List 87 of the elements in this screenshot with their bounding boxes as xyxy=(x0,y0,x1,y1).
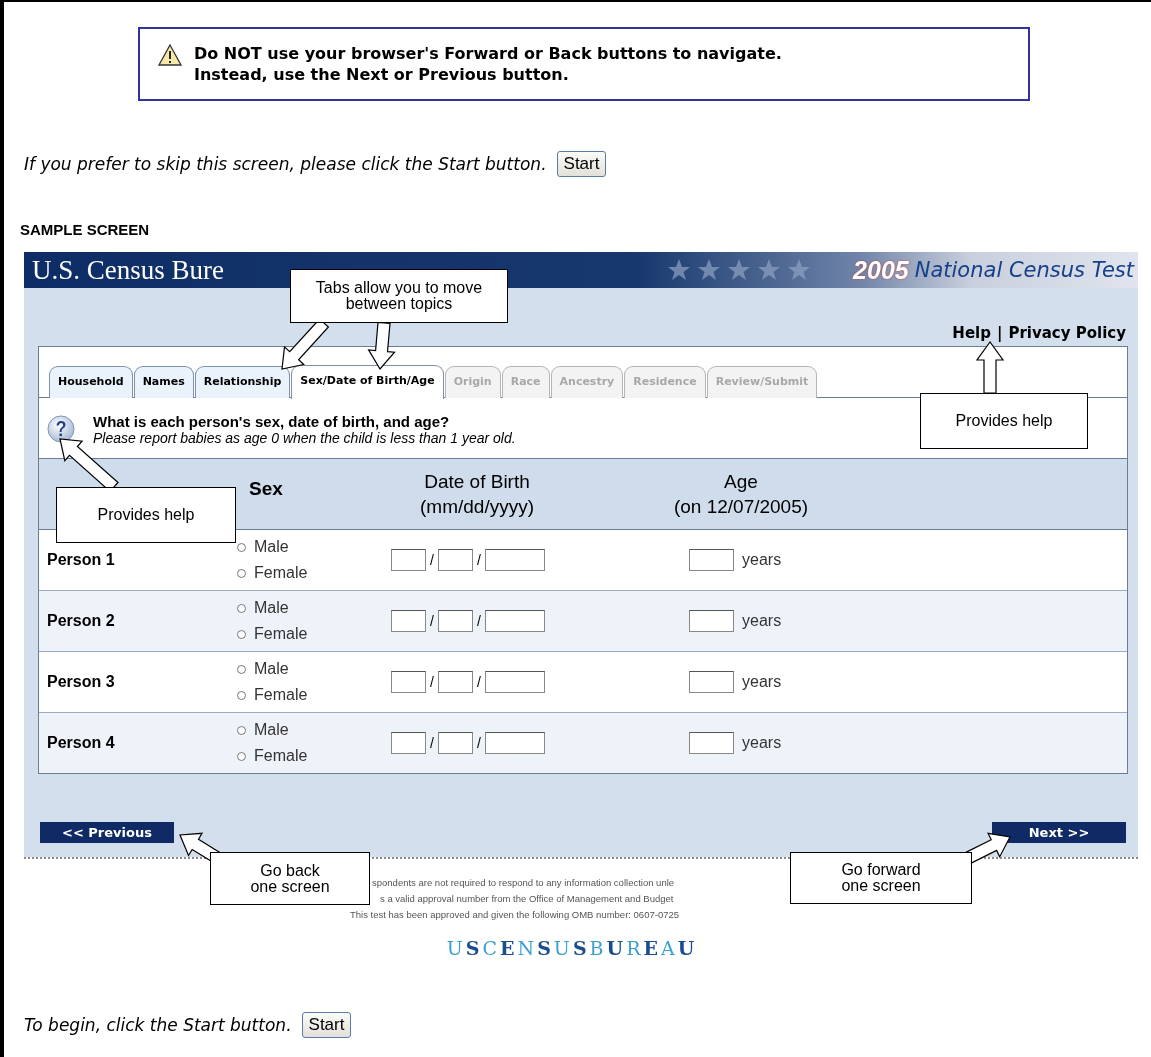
radio-label[interactable]: Male xyxy=(254,717,289,743)
age-unit: years xyxy=(742,551,782,569)
footer-text: s a valid approval number from the Office of Management and Budget xyxy=(380,892,674,906)
radio-label[interactable]: Female xyxy=(254,621,308,647)
month-field[interactable] xyxy=(391,671,426,693)
year-field[interactable] xyxy=(484,610,545,632)
radio-label[interactable]: Female xyxy=(254,743,308,769)
radio-label[interactable]: Male xyxy=(254,656,289,682)
section-heading: SAMPLE SCREEN xyxy=(20,221,151,238)
date-separator: / xyxy=(476,552,481,568)
date-separator: / xyxy=(430,674,434,690)
age-field[interactable] xyxy=(689,549,734,571)
radio-label[interactable]: Female xyxy=(254,682,308,708)
date-separator: / xyxy=(476,613,481,629)
privacy-policy-link[interactable]: Privacy Policy xyxy=(1008,324,1126,342)
callout-text: Go forward xyxy=(841,862,921,878)
year-field[interactable] xyxy=(484,732,545,754)
date-separator: / xyxy=(476,674,481,690)
radio-button[interactable] xyxy=(237,603,246,613)
age-unit: years xyxy=(742,734,782,752)
question-title: What is each person's sex, date of birth, and age? xyxy=(93,412,451,430)
month-field[interactable] xyxy=(391,732,426,754)
radio-button[interactable] xyxy=(237,629,246,639)
site-title: U.S. Census Bure xyxy=(31,254,224,286)
radio-label[interactable]: Male xyxy=(254,534,289,560)
radio-label[interactable]: Female xyxy=(254,560,308,586)
help-link[interactable]: Help xyxy=(952,324,991,342)
callout-text: one screen xyxy=(841,878,921,894)
radio-button[interactable] xyxy=(237,690,246,700)
tab[interactable]: Household xyxy=(49,366,133,398)
radio-button[interactable] xyxy=(237,751,246,761)
radio-label[interactable]: Male xyxy=(254,595,289,621)
start-button[interactable]: Start xyxy=(556,151,607,177)
start-button[interactable]: Start xyxy=(301,1012,352,1038)
footer-text: spondents are not required to respond to any information collection unle xyxy=(372,876,675,890)
date-separator: / xyxy=(430,552,434,568)
day-field[interactable] xyxy=(437,549,473,571)
day-field[interactable] xyxy=(437,732,473,754)
age-unit: years xyxy=(742,673,782,691)
column-header: (mm/dd/yyyy) xyxy=(419,495,535,519)
callout-text: one screen xyxy=(250,878,330,895)
warning-text: Instead, use the Next or Previous button. xyxy=(194,64,570,85)
radio-button[interactable] xyxy=(237,725,246,735)
age-field[interactable] xyxy=(689,610,734,632)
tab[interactable]: Relationship xyxy=(194,366,291,398)
day-field[interactable] xyxy=(437,671,473,693)
year-field[interactable] xyxy=(484,549,545,571)
person-label: Person 3 xyxy=(46,673,116,691)
tab[interactable]: Names xyxy=(133,366,194,398)
age-field[interactable] xyxy=(689,671,734,693)
radio-button[interactable] xyxy=(237,542,246,552)
column-header: (on 12/07/2005) xyxy=(672,495,810,519)
callout-text: Tabs allow you to move xyxy=(315,280,483,296)
header-subtitle: National Census Test xyxy=(913,258,1136,282)
callout-text: Provides help xyxy=(955,413,1053,429)
person-label: Person 4 xyxy=(46,734,116,752)
help-icon[interactable] xyxy=(47,415,75,443)
warning-icon xyxy=(158,44,182,66)
column-header: Date of Birth xyxy=(423,470,531,494)
skip-instruction: If you prefer to skip this screen, please click the Start button. xyxy=(24,154,547,174)
year-label: 2005 xyxy=(853,255,909,285)
warning-text: Do NOT use your browser's Forward or Back buttons to navigate. xyxy=(194,43,782,64)
callout-text: Provides help xyxy=(97,507,195,523)
begin-instruction: To begin, click the Start button. xyxy=(24,1015,292,1035)
month-field[interactable] xyxy=(391,610,426,632)
date-separator: / xyxy=(430,613,434,629)
next-button[interactable]: Next >> xyxy=(992,822,1126,843)
callout-text: Go back xyxy=(260,862,320,879)
question-note: Please report babies as age 0 when the child is less than 1 year old. xyxy=(93,429,516,446)
column-header: Sex xyxy=(249,476,284,501)
radio-button[interactable] xyxy=(237,568,246,578)
previous-button[interactable]: << Previous xyxy=(40,822,174,843)
callout-text: between topics xyxy=(345,296,453,312)
link-separator: | xyxy=(996,324,1003,342)
age-unit: years xyxy=(742,612,782,630)
column-header: Age xyxy=(723,470,759,494)
tab[interactable]: Sex/Date of Birth/Age xyxy=(291,365,444,399)
age-field[interactable] xyxy=(689,732,734,754)
radio-button[interactable] xyxy=(237,664,246,674)
year-field[interactable] xyxy=(484,671,545,693)
day-field[interactable] xyxy=(437,610,473,632)
date-separator: / xyxy=(430,735,434,751)
person-label: Person 1 xyxy=(46,551,116,569)
month-field[interactable] xyxy=(391,549,426,571)
date-separator: / xyxy=(476,735,481,751)
person-label: Person 2 xyxy=(46,612,116,630)
footer-text: This test has been approved and given the following OMB number: 0607-0725 xyxy=(350,908,679,922)
